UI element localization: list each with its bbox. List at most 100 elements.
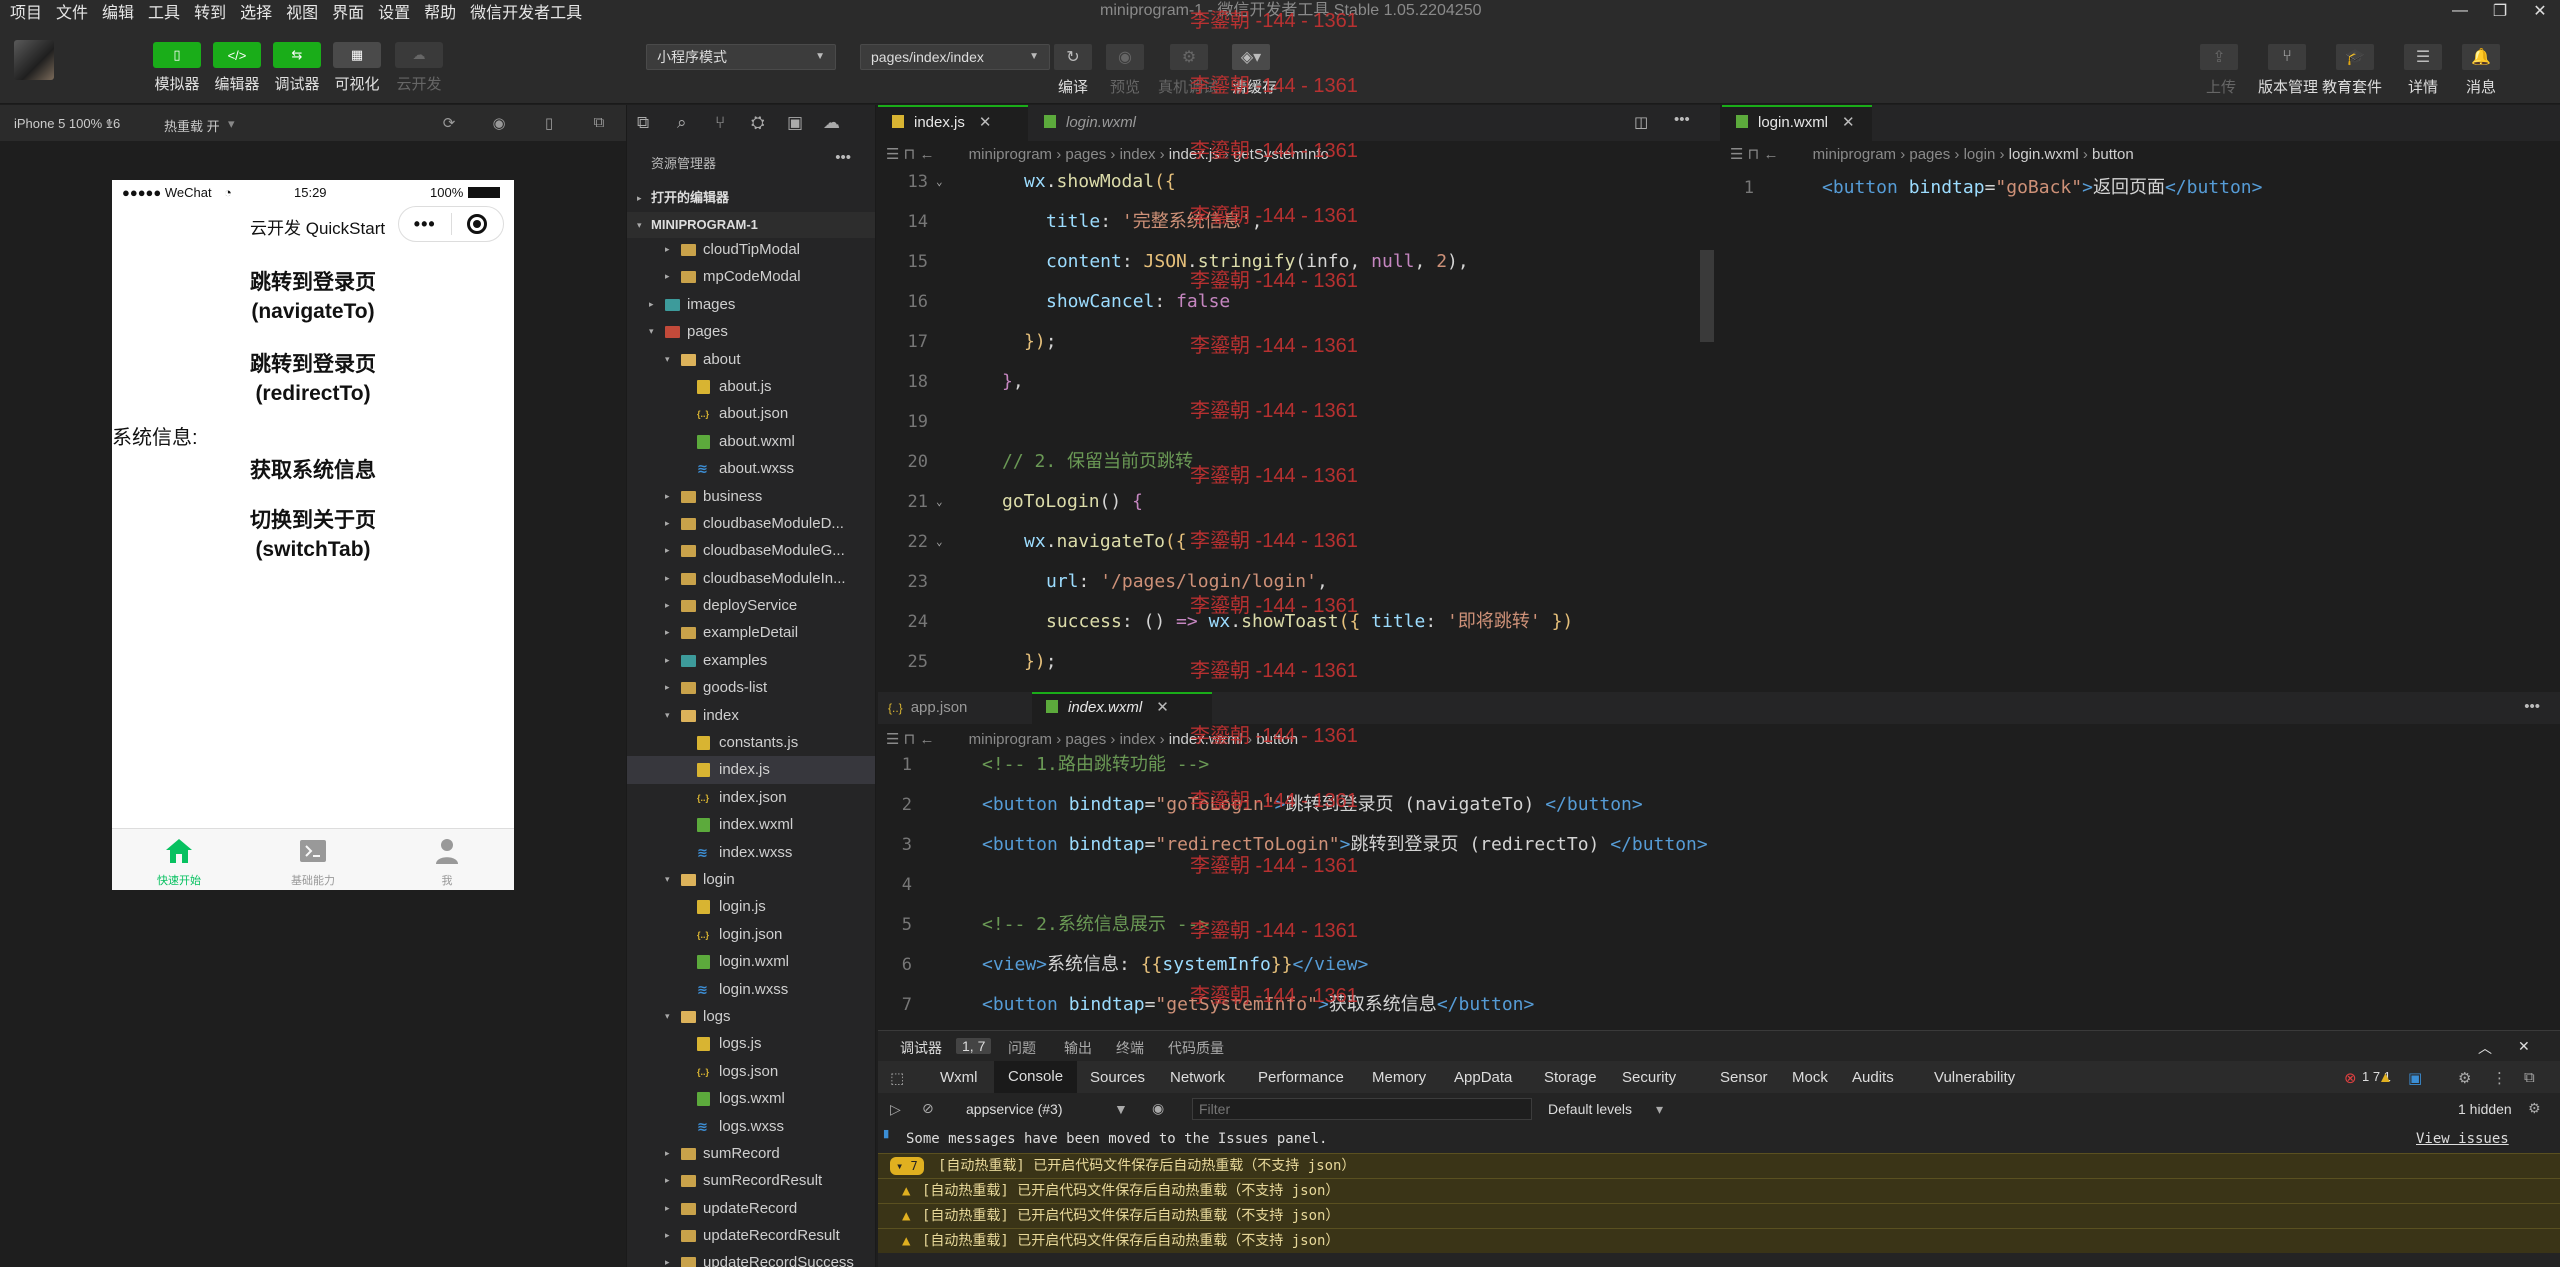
git-icon[interactable]: ⑂ (715, 113, 725, 133)
code-line[interactable]: 1 <button bindtap="goBack">返回页面</button> (1722, 168, 2542, 208)
mode-select[interactable]: 小程序模式 ▼ (646, 44, 836, 70)
menu-project[interactable]: 项目 (10, 0, 42, 23)
chevron-up-icon[interactable]: ︿ (2478, 1038, 2492, 1058)
devtab-appdata[interactable]: AppData (1454, 1069, 1512, 1086)
split-editor-icon[interactable]: ◫ (1634, 113, 1648, 131)
folder-item[interactable]: ▾ index (627, 702, 875, 729)
tab-login-wxml-right[interactable]: login.wxml ✕ (1722, 105, 1872, 141)
devtab-security[interactable]: Security (1622, 1069, 1676, 1086)
minimize-icon[interactable]: — (2440, 0, 2480, 22)
filter-input[interactable] (1192, 1098, 1532, 1120)
tab-problems[interactable]: 问题 (1008, 1038, 1036, 1058)
close-icon[interactable]: ✕ (2518, 1038, 2530, 1055)
simulator-button[interactable]: ▯ 模拟器 (150, 42, 204, 94)
folder-item[interactable]: ▸ images (627, 291, 875, 318)
version-button[interactable]: ⑂ (2268, 44, 2306, 70)
phone-icon[interactable]: ▯ (540, 114, 558, 132)
folder-item[interactable]: ▸ updateRecord (627, 1195, 875, 1222)
clear-console-icon[interactable]: ⊘ (922, 1100, 934, 1117)
file-item[interactable]: ≋ login.wxss (627, 976, 875, 1003)
edu-button[interactable]: 🎓 (2336, 44, 2374, 70)
detach-icon[interactable]: ⧉ (590, 114, 608, 132)
cloud-button[interactable]: ☁ 云开发 (392, 42, 446, 94)
tab-index-js[interactable]: index.js ✕ (878, 105, 1028, 141)
code-line[interactable]: 7 <button bindtap="getSystemInfo">获取系统信息<… (878, 985, 2560, 1025)
tab-index-wxml[interactable]: index.wxml ✕ (1032, 692, 1212, 724)
devtab-console[interactable]: Console (994, 1061, 1078, 1093)
file-item[interactable]: about.wxml (627, 428, 875, 455)
code-editor-right[interactable]: 1 <button bindtap="goBack">返回页面</button> (1722, 168, 2542, 218)
inspect-icon[interactable]: ⬚ (890, 1069, 904, 1087)
dock-icon[interactable]: ⧉ (2524, 1069, 2535, 1086)
close-icon[interactable]: ✕ (2520, 0, 2560, 22)
file-item[interactable]: index.js (627, 756, 875, 784)
code-line[interactable]: 6 <view>系统信息: {{systemInfo}}</view> (878, 945, 2560, 985)
menu-view[interactable]: 视图 (286, 0, 318, 23)
bookmark-icon[interactable]: ☰ ⊓ ← (1730, 146, 1779, 163)
more-icon[interactable]: ••• (2524, 698, 2540, 715)
more-icon[interactable]: ••• (1674, 111, 1690, 128)
devtab-vulnerability[interactable]: Vulnerability (1934, 1069, 2015, 1086)
fold-icon[interactable]: ⌄ (936, 522, 943, 562)
folder-item[interactable]: ▸ sumRecord (627, 1140, 875, 1167)
hot-reload-toggle[interactable]: 热重载 开 (164, 116, 220, 135)
menu-tools[interactable]: 工具 (148, 0, 180, 23)
tab-quickstart[interactable]: 快速开始 (112, 829, 246, 890)
devtab-sensor[interactable]: Sensor (1720, 1069, 1768, 1086)
project-section[interactable]: ▾ MINIPROGRAM-1 (627, 212, 875, 238)
tab-app-json[interactable]: {..} app.json (878, 692, 1028, 724)
file-item[interactable]: about.js (627, 373, 875, 400)
file-item[interactable]: login.wxml (627, 948, 875, 975)
menu-help[interactable]: 帮助 (424, 0, 456, 23)
code-line[interactable]: 21 ⌄ goToLogin() { (878, 482, 1698, 522)
view-issues-link[interactable]: View issues (2416, 1127, 2509, 1152)
fold-icon[interactable]: ⌄ (936, 482, 943, 522)
file-item[interactable]: index.wxml (627, 811, 875, 838)
levels-select[interactable]: Default levels (1548, 1101, 1632, 1117)
folder-item[interactable]: ▸ updateRecordSuccess (627, 1249, 875, 1267)
devtab-network[interactable]: Network (1170, 1069, 1225, 1086)
code-line[interactable]: 1 <!-- 1.路由跳转功能 --> (878, 753, 2560, 785)
folder-item[interactable]: ▸ updateRecordResult (627, 1222, 875, 1249)
messages-button[interactable]: 🔔 (2462, 44, 2500, 70)
tab-debugger[interactable]: 调试器 (900, 1038, 942, 1058)
file-item[interactable]: {..} logs.json (627, 1058, 875, 1085)
tab-basic[interactable]: 基础能力 (246, 829, 380, 890)
menu-interface[interactable]: 界面 (332, 0, 364, 23)
clear-cache-button[interactable]: ◈▾ (1232, 44, 1270, 70)
folder-item[interactable]: ▸ exampleDetail (627, 619, 875, 646)
gear-icon[interactable]: ⚙ (2458, 1069, 2471, 1087)
folder-item[interactable]: ▸ deployService (627, 592, 875, 619)
folder-item[interactable]: ▸ cloudTipModal (627, 236, 875, 263)
avatar[interactable] (14, 40, 54, 80)
search-icon[interactable]: ⌕ (677, 113, 687, 133)
close-circle-icon[interactable] (451, 214, 503, 234)
fold-icon[interactable]: ⌄ (936, 168, 943, 202)
code-line[interactable]: 4 (878, 865, 2560, 905)
console-warning[interactable]: ▾ 7 [自动热重载] 已开启代码文件保存后自动热重载（不支持 json） (878, 1153, 2560, 1178)
menu-edit[interactable]: 编辑 (102, 0, 134, 23)
file-item[interactable]: {..} about.json (627, 400, 875, 427)
file-item[interactable]: ≋ about.wxss (627, 455, 875, 482)
record-icon[interactable]: ◉ (490, 114, 508, 132)
rotate-icon[interactable]: ⟳ (440, 114, 458, 132)
file-item[interactable]: {..} login.json (627, 921, 875, 948)
close-tab-icon[interactable]: ✕ (1842, 114, 1855, 131)
editor-button[interactable]: </> 编辑器 (210, 42, 264, 94)
sidebar-toggle-icon[interactable]: ▷ (890, 1101, 901, 1118)
scrollbar[interactable] (1700, 250, 1714, 342)
file-item[interactable]: ≋ logs.wxss (627, 1113, 875, 1140)
bookmark-icon[interactable]: ☰ ⊓ ← (886, 731, 935, 748)
console-warning[interactable]: ▲ [自动热重载] 已开启代码文件保存后自动热重载（不支持 json） (878, 1178, 2560, 1203)
folder-item[interactable]: ▸ goods-list (627, 674, 875, 701)
page-select[interactable]: pages/index/index ▼ (860, 44, 1050, 70)
tab-terminal[interactable]: 终端 (1116, 1038, 1144, 1058)
maximize-icon[interactable]: ❐ (2480, 0, 2520, 22)
compile-button[interactable]: ↻ (1054, 44, 1092, 70)
code-line[interactable]: 2 <button bindtap="goToLogin">跳转到登录页 (nav… (878, 785, 2560, 825)
details-button[interactable]: ☰ (2404, 44, 2442, 70)
menu-file[interactable]: 文件 (56, 0, 88, 23)
menu-goto[interactable]: 转到 (194, 0, 226, 23)
preview-button[interactable]: ◉ (1106, 44, 1144, 70)
folder-item[interactable]: ▸ cloudbaseModuleG... (627, 537, 875, 564)
